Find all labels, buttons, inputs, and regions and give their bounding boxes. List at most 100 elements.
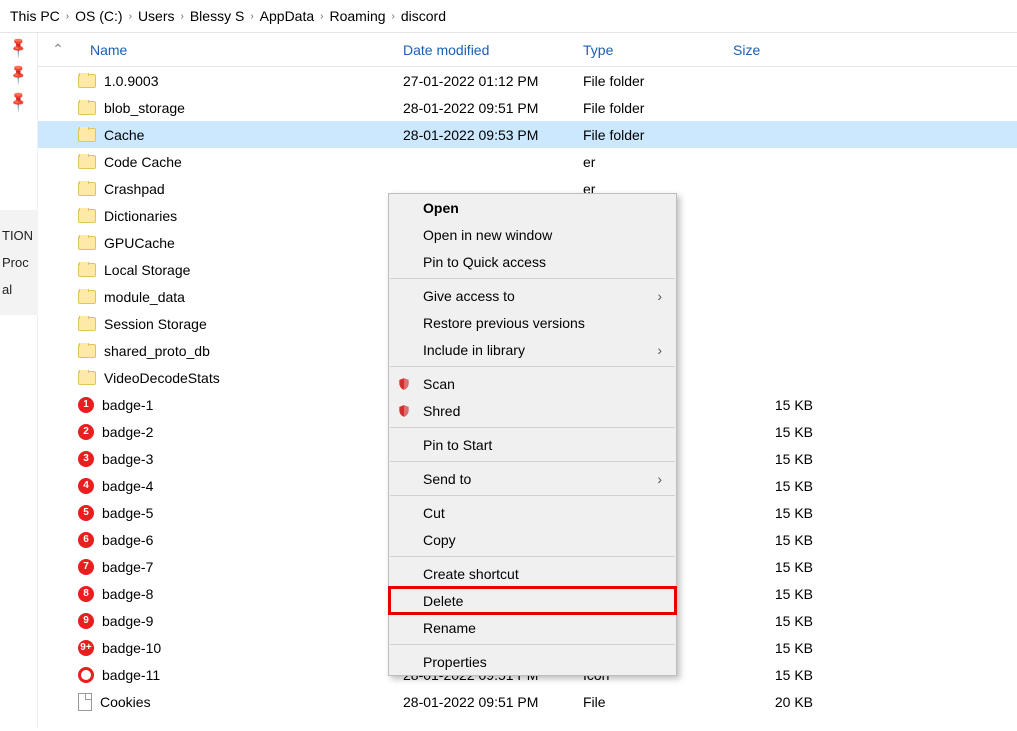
badge-icon: 8 [78, 586, 94, 602]
cell-size: 15 KB [733, 667, 833, 683]
cell-size: 15 KB [733, 505, 833, 521]
pin-icon[interactable]: 📌 [6, 62, 30, 86]
breadcrumb-segment[interactable]: OS (C:) [75, 8, 122, 24]
file-row[interactable]: Cookies28-01-2022 09:51 PMFile20 KB [38, 688, 1017, 715]
menu-item-label: Delete [423, 593, 463, 609]
menu-item-pin-to-quick-access[interactable]: Pin to Quick access [389, 248, 676, 275]
file-name: module_data [104, 289, 185, 305]
cell-date: 27-01-2022 01:12 PM [403, 73, 583, 89]
quick-access-rail: 📌 📌 📌 [0, 33, 38, 728]
menu-item-scan[interactable]: Scan [389, 370, 676, 397]
breadcrumb-segment[interactable]: Users [138, 8, 175, 24]
column-size[interactable]: Size [733, 42, 833, 58]
folder-icon [78, 317, 96, 331]
menu-separator [390, 427, 675, 428]
menu-item-label: Give access to [423, 288, 515, 304]
menu-item-give-access-to[interactable]: Give access to› [389, 282, 676, 309]
chevron-right-icon: › [250, 11, 253, 22]
breadcrumb-segment[interactable]: Blessy S [190, 8, 244, 24]
menu-item-restore-previous-versions[interactable]: Restore previous versions [389, 309, 676, 336]
file-name: badge-4 [102, 478, 153, 494]
folder-icon [78, 182, 96, 196]
menu-separator [390, 366, 675, 367]
menu-item-include-in-library[interactable]: Include in library› [389, 336, 676, 363]
cell-type: File folder [583, 100, 733, 116]
folder-icon [78, 236, 96, 250]
file-icon [78, 693, 92, 711]
file-name: badge-11 [102, 667, 160, 683]
folder-icon [78, 371, 96, 385]
cell-size: 15 KB [733, 559, 833, 575]
cell-size: 15 KB [733, 640, 833, 656]
menu-item-open[interactable]: Open [389, 194, 676, 221]
breadcrumb-segment[interactable]: Roaming [329, 8, 385, 24]
menu-item-delete[interactable]: Delete [389, 587, 676, 614]
menu-item-cut[interactable]: Cut [389, 499, 676, 526]
folder-icon [78, 344, 96, 358]
menu-item-properties[interactable]: Properties [389, 648, 676, 675]
cell-type: File folder [583, 127, 733, 143]
menu-item-rename[interactable]: Rename [389, 614, 676, 641]
cell-size: 15 KB [733, 424, 833, 440]
menu-item-pin-to-start[interactable]: Pin to Start [389, 431, 676, 458]
file-name: badge-10 [102, 640, 161, 656]
badge-icon: 7 [78, 559, 94, 575]
menu-item-label: Cut [423, 505, 445, 521]
menu-separator [390, 556, 675, 557]
cell-size: 15 KB [733, 613, 833, 629]
column-name[interactable]: Name [78, 42, 403, 58]
context-menu[interactable]: Open Open in new windowPin to Quick acces… [388, 193, 677, 676]
menu-item-create-shortcut[interactable]: Create shortcut [389, 560, 676, 587]
menu-item-open-in-new-window[interactable]: Open in new window [389, 221, 676, 248]
menu-item-copy[interactable]: Copy [389, 526, 676, 553]
file-name: badge-7 [102, 559, 153, 575]
cell-type: File [583, 694, 733, 710]
ring-icon [78, 667, 94, 683]
cell-type: File folder [583, 73, 733, 89]
column-type[interactable]: Type [583, 42, 733, 58]
sort-indicator-icon[interactable]: ⌃ [38, 41, 78, 58]
pin-icon[interactable]: 📌 [6, 35, 30, 59]
breadcrumb-segment[interactable]: AppData [260, 8, 314, 24]
cell-date: 28-01-2022 09:51 PM [403, 100, 583, 116]
pin-icon[interactable]: 📌 [6, 89, 30, 113]
file-row[interactable]: blob_storage28-01-2022 09:51 PMFile fold… [38, 94, 1017, 121]
file-name: 1.0.9003 [104, 73, 159, 89]
menu-item-shred[interactable]: Shred [389, 397, 676, 424]
file-row[interactable]: Code Cacheer [38, 148, 1017, 175]
cell-size: 15 KB [733, 451, 833, 467]
file-name: Local Storage [104, 262, 190, 278]
chevron-right-icon: › [657, 342, 662, 358]
shield-icon [397, 376, 411, 392]
file-name: Code Cache [104, 154, 182, 170]
file-name: badge-5 [102, 505, 153, 521]
cell-size: 20 KB [733, 694, 833, 710]
menu-item-label: Shred [423, 403, 460, 419]
sidebar-text: Proc [2, 255, 36, 270]
menu-item-label: Properties [423, 654, 487, 670]
badge-icon: 1 [78, 397, 94, 413]
file-name: badge-6 [102, 532, 153, 548]
column-date[interactable]: Date modified [403, 42, 583, 58]
breadcrumb-segment[interactable]: This PC [10, 8, 60, 24]
file-row[interactable]: Cache28-01-2022 09:53 PMFile folder [38, 121, 1017, 148]
file-row[interactable]: 1.0.9003 27-01-2022 01:12 PMFile folder [38, 67, 1017, 94]
breadcrumb-bar[interactable]: This PC›OS (C:)›Users›Blessy S›AppData›R… [0, 0, 1017, 33]
cell-size: 15 KB [733, 586, 833, 602]
file-list-header[interactable]: ⌃ Name Date modified Type Size [38, 33, 1017, 67]
breadcrumb-segment[interactable]: discord [401, 8, 446, 24]
menu-item-label: Pin to Start [423, 437, 492, 453]
file-name: badge-1 [102, 397, 153, 413]
menu-item-send-to[interactable]: Send to› [389, 465, 676, 492]
menu-item-label: Scan [423, 376, 455, 392]
chevron-right-icon: › [320, 11, 323, 22]
menu-separator [390, 278, 675, 279]
cell-size: 15 KB [733, 397, 833, 413]
menu-separator [390, 644, 675, 645]
folder-icon [78, 290, 96, 304]
shield-icon [397, 403, 411, 419]
folder-icon [78, 101, 96, 115]
menu-item-label: Open [423, 200, 459, 216]
menu-item-label: Rename [423, 620, 476, 636]
badge-icon: 3 [78, 451, 94, 467]
